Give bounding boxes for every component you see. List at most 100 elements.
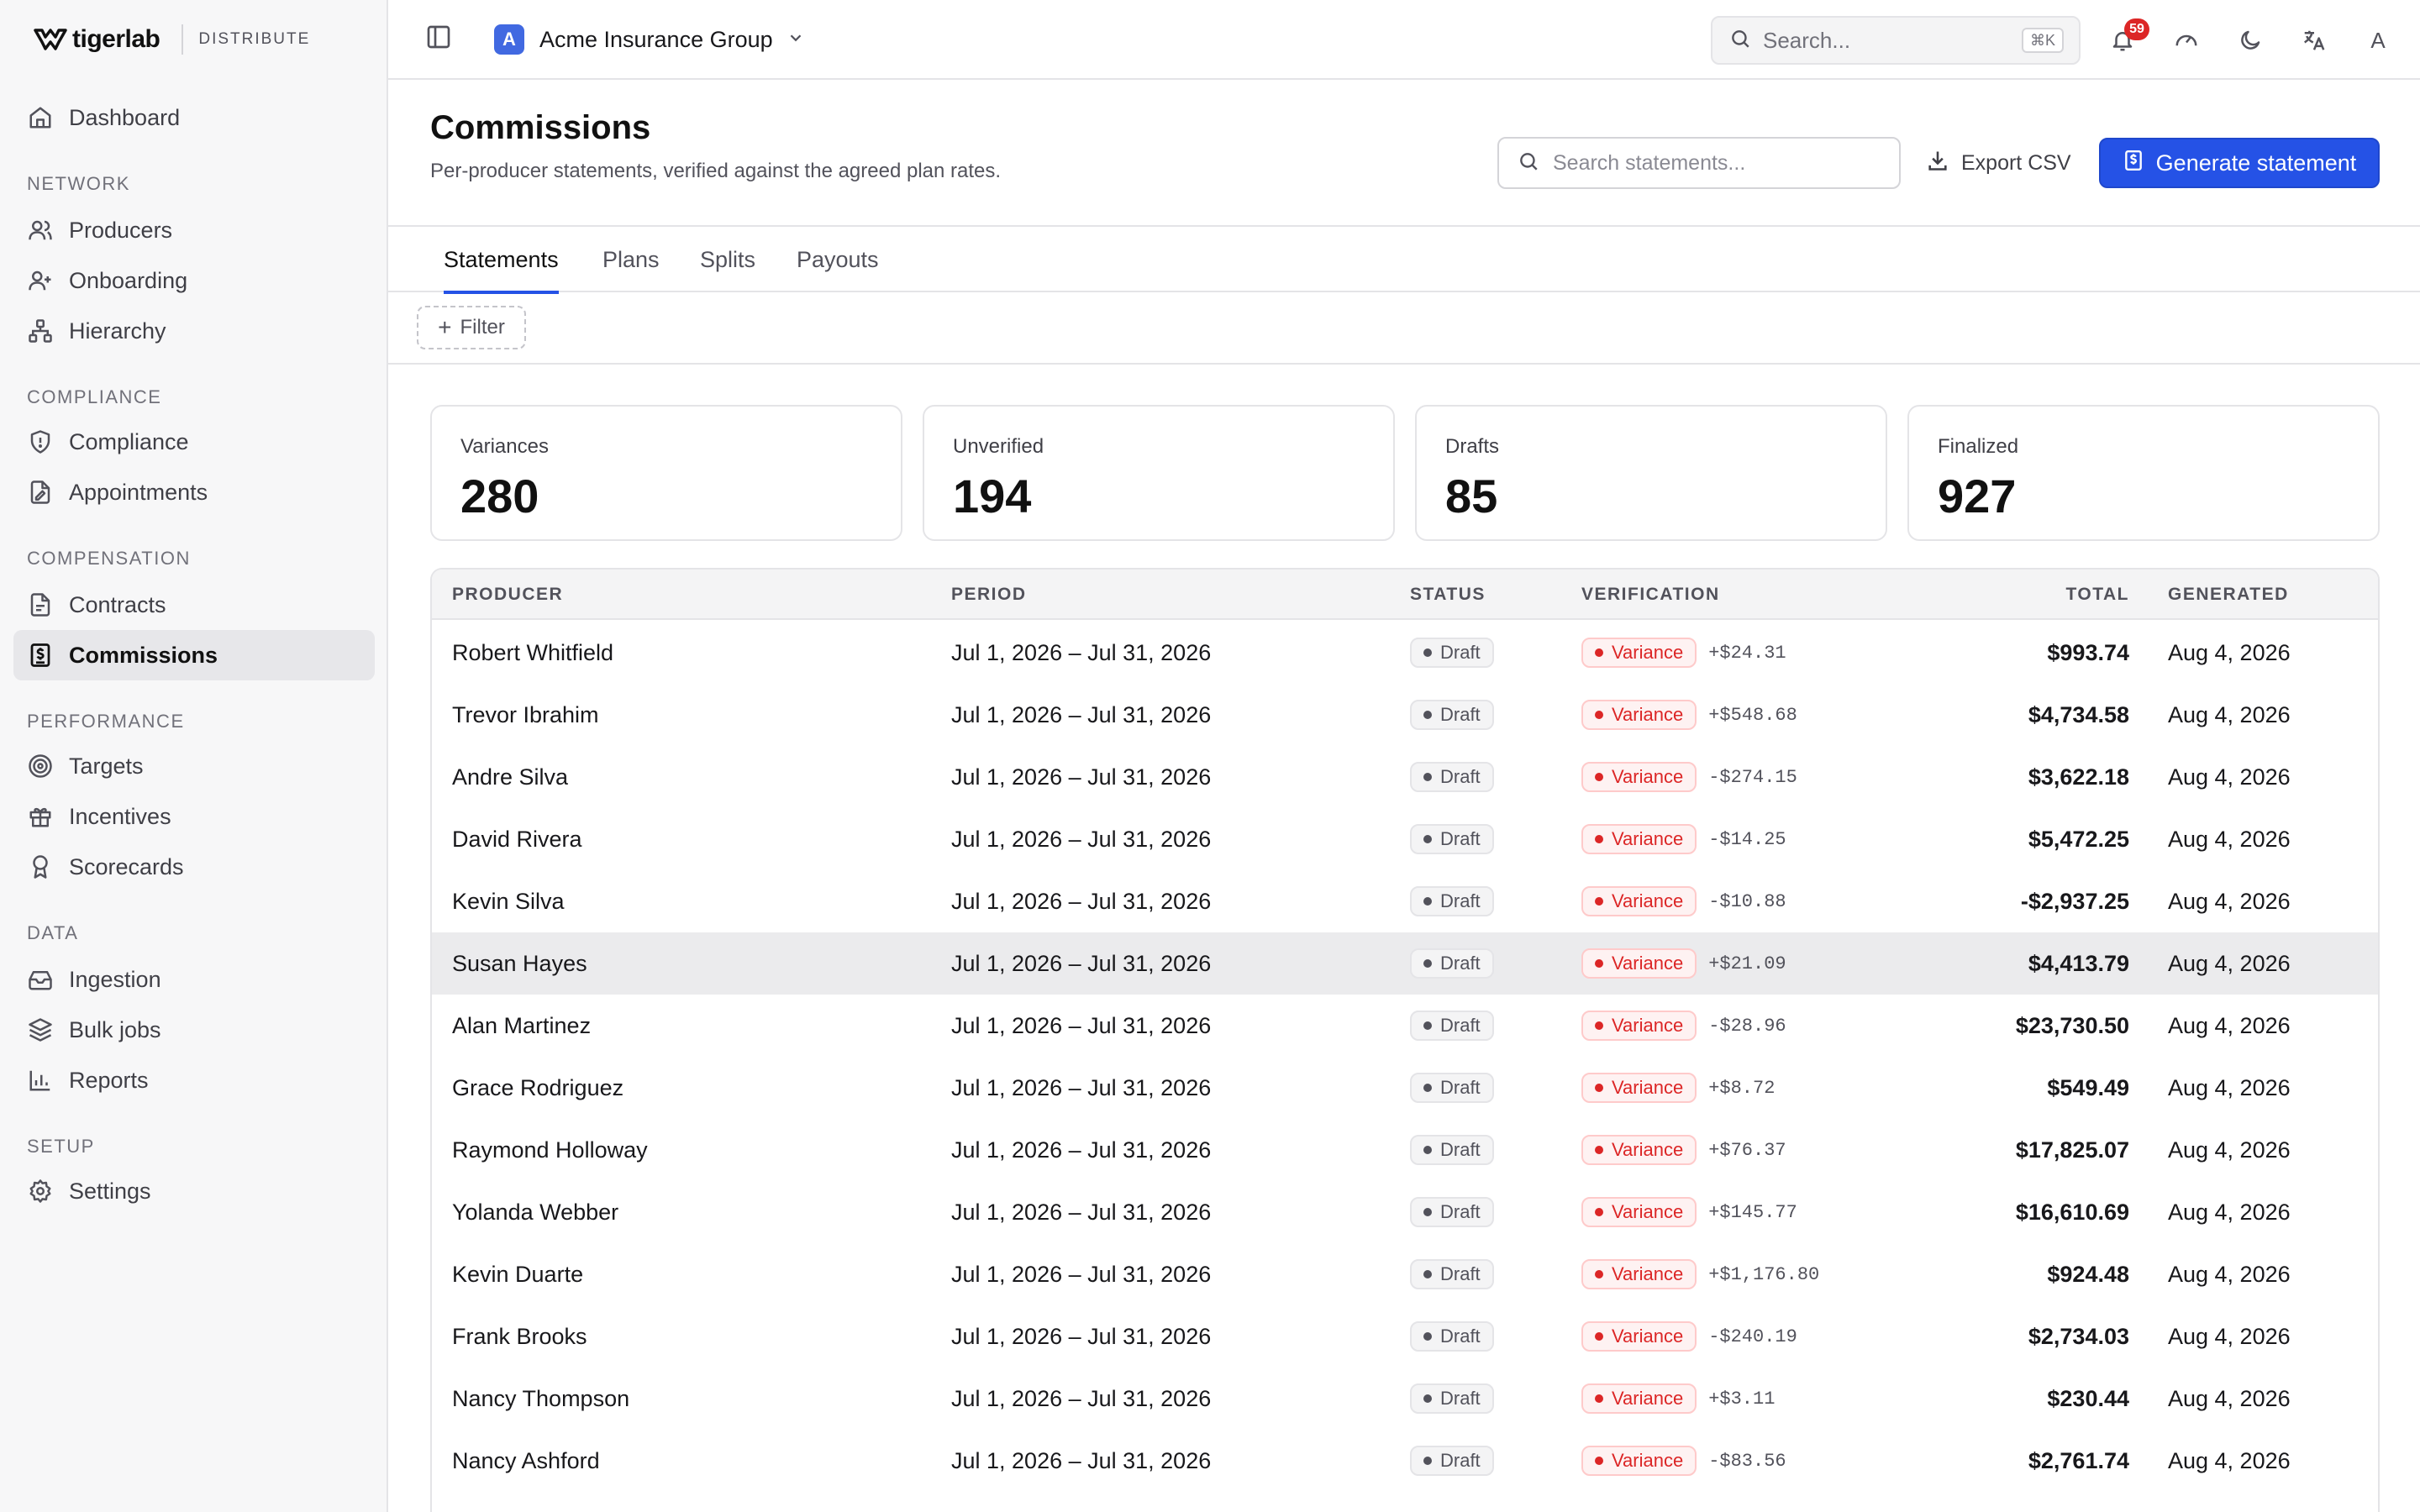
app-root: tigerlab DISTRIBUTE Dashboard NETWORK Pr… xyxy=(0,0,2420,1512)
status-cell: Draft xyxy=(1410,1057,1494,1119)
variance-amount: -$28.96 xyxy=(1708,1015,1786,1037)
table-row[interactable]: Nancy Thompson Jul 1, 2026 – Jul 31, 202… xyxy=(432,1368,2378,1430)
statement-search[interactable] xyxy=(1497,137,1901,189)
period: Jul 1, 2026 – Jul 31, 2026 xyxy=(951,701,1212,727)
table-body: Robert Whitfield Jul 1, 2026 – Jul 31, 2… xyxy=(432,622,2378,1492)
verification-cell: Variance +$548.68 xyxy=(1581,684,1797,746)
brand[interactable]: tigerlab DISTRIBUTE xyxy=(34,20,310,59)
sidebar-toggle-icon[interactable] xyxy=(425,24,459,57)
table-row[interactable]: Andre Silva Jul 1, 2026 – Jul 31, 2026 D… xyxy=(432,746,2378,808)
tab-payouts[interactable]: Payouts xyxy=(797,227,879,292)
gauge-icon[interactable] xyxy=(2170,24,2203,57)
table-row[interactable]: Alan Martinez Jul 1, 2026 – Jul 31, 2026… xyxy=(432,995,2378,1057)
table-row[interactable]: Raymond Holloway Jul 1, 2026 – Jul 31, 2… xyxy=(432,1119,2378,1181)
column-header-period[interactable]: PERIOD xyxy=(951,570,1027,620)
global-search[interactable]: ⌘K xyxy=(1711,16,2081,65)
variance-badge: Variance xyxy=(1581,1321,1697,1352)
generated-date: Aug 4, 2026 xyxy=(2168,950,2291,976)
sidebar-item-compliance[interactable]: Compliance xyxy=(13,417,375,467)
table-row[interactable]: Robert Whitfield Jul 1, 2026 – Jul 31, 2… xyxy=(432,622,2378,684)
table-row[interactable]: Kevin Silva Jul 1, 2026 – Jul 31, 2026 D… xyxy=(432,870,2378,932)
variance-dot xyxy=(1595,1208,1603,1216)
notifications-button[interactable]: 59 xyxy=(2106,18,2149,57)
stat-card-finalized[interactable]: Finalized 927 xyxy=(1907,405,2380,541)
hierarchy-icon xyxy=(27,318,54,344)
add-filter-button[interactable]: + Filter xyxy=(417,306,526,349)
sidebar-item-incentives[interactable]: Incentives xyxy=(13,791,375,842)
stat-card-variances[interactable]: Variances 280 xyxy=(430,405,902,541)
sidebar-item-hierarchy[interactable]: Hierarchy xyxy=(13,306,375,356)
column-header-total[interactable]: TOTAL xyxy=(1961,570,2129,620)
table-row[interactable]: Grace Rodriguez Jul 1, 2026 – Jul 31, 20… xyxy=(432,1057,2378,1119)
column-header-producer[interactable]: PRODUCER xyxy=(452,570,563,620)
generated-date: Aug 4, 2026 xyxy=(2168,888,2291,914)
layers-icon xyxy=(27,1016,54,1043)
producer-name: Nancy Ashford xyxy=(452,1447,600,1473)
generated-date: Aug 4, 2026 xyxy=(2168,1137,2291,1163)
variance-amount: -$10.88 xyxy=(1708,890,1786,912)
table-row[interactable]: David Rivera Jul 1, 2026 – Jul 31, 2026 … xyxy=(432,808,2378,870)
sidebar-item-scorecards[interactable]: Scorecards xyxy=(13,842,375,892)
stat-label: Drafts xyxy=(1445,435,1500,458)
user-avatar[interactable]: A xyxy=(2361,24,2395,57)
status-badge: Draft xyxy=(1410,948,1494,979)
tab-splits[interactable]: Splits xyxy=(700,227,755,292)
table-row[interactable]: Kevin Duarte Jul 1, 2026 – Jul 31, 2026 … xyxy=(432,1243,2378,1305)
sidebar-item-bulk-jobs[interactable]: Bulk jobs xyxy=(13,1005,375,1055)
status-text: Draft xyxy=(1440,1326,1481,1347)
total: $3,622.18 xyxy=(2028,764,2129,790)
generate-statement-button[interactable]: Generate statement xyxy=(2099,138,2380,188)
sidebar-item-producers[interactable]: Producers xyxy=(13,205,375,255)
table-row[interactable]: Nancy Ashford Jul 1, 2026 – Jul 31, 2026… xyxy=(432,1430,2378,1492)
table-row[interactable]: Yolanda Webber Jul 1, 2026 – Jul 31, 202… xyxy=(432,1181,2378,1243)
verification-text: Variance xyxy=(1612,1450,1684,1471)
stat-card-drafts[interactable]: Drafts 85 xyxy=(1415,405,1887,541)
column-header-generated[interactable]: GENERATED xyxy=(2168,570,2289,620)
sidebar-item-contracts[interactable]: Contracts xyxy=(13,580,375,630)
producer-name: Alan Martinez xyxy=(452,1012,592,1038)
producer-name: Kevin Silva xyxy=(452,888,565,914)
status-dot xyxy=(1423,897,1432,906)
sidebar-item-targets[interactable]: Targets xyxy=(13,741,375,791)
sidebar-item-reports[interactable]: Reports xyxy=(13,1055,375,1105)
org-switcher[interactable]: A Acme Insurance Group xyxy=(494,22,805,57)
status-badge: Draft xyxy=(1410,824,1494,854)
sidebar-item-appointments[interactable]: Appointments xyxy=(13,467,375,517)
sidebar-item-commissions[interactable]: Commissions xyxy=(13,630,375,680)
sidebar-item-ingestion[interactable]: Ingestion xyxy=(13,954,375,1005)
column-header-status[interactable]: STATUS xyxy=(1410,570,1486,620)
moon-icon[interactable] xyxy=(2233,24,2267,57)
sidebar-item-label: Reports xyxy=(69,1067,149,1093)
variance-amount: +$1,176.80 xyxy=(1708,1263,1820,1285)
receipt-dollar-icon xyxy=(2123,150,2144,177)
table-row[interactable]: Trevor Ibrahim Jul 1, 2026 – Jul 31, 202… xyxy=(432,684,2378,746)
sidebar-item-onboarding[interactable]: Onboarding xyxy=(13,255,375,306)
variance-dot xyxy=(1595,1332,1603,1341)
tab-plans[interactable]: Plans xyxy=(602,227,660,292)
variance-badge: Variance xyxy=(1581,700,1697,730)
column-header-verification[interactable]: VERIFICATION xyxy=(1581,570,1720,620)
sidebar-item-dashboard[interactable]: Dashboard xyxy=(13,92,375,143)
award-icon xyxy=(27,853,54,880)
table-row[interactable]: Frank Brooks Jul 1, 2026 – Jul 31, 2026 … xyxy=(432,1305,2378,1368)
stat-card-unverified[interactable]: Unverified 194 xyxy=(923,405,1395,541)
sidebar-item-settings[interactable]: Settings xyxy=(13,1166,375,1216)
translate-icon[interactable] xyxy=(2297,24,2331,57)
status-badge: Draft xyxy=(1410,1383,1494,1414)
export-csv-button[interactable]: Export CSV xyxy=(1926,137,2071,189)
total: $23,730.50 xyxy=(2015,1012,2129,1038)
generated-date: Aug 4, 2026 xyxy=(2168,1261,2291,1287)
search-icon xyxy=(1518,150,1539,176)
table-row[interactable]: Susan Hayes Jul 1, 2026 – Jul 31, 2026 D… xyxy=(432,932,2378,995)
statement-search-input[interactable] xyxy=(1553,150,1872,176)
tab-statements[interactable]: Statements xyxy=(444,227,559,294)
variance-badge: Variance xyxy=(1581,638,1697,668)
receipt-dollar-icon xyxy=(27,642,54,669)
period: Jul 1, 2026 – Jul 31, 2026 xyxy=(951,1137,1212,1163)
global-search-input[interactable] xyxy=(1763,27,2015,54)
period: Jul 1, 2026 – Jul 31, 2026 xyxy=(951,639,1212,665)
brand-separator xyxy=(182,24,184,55)
sidebar-item-label: Onboarding xyxy=(69,267,188,293)
period: Jul 1, 2026 – Jul 31, 2026 xyxy=(951,1199,1212,1225)
total: $924.48 xyxy=(2047,1261,2129,1287)
